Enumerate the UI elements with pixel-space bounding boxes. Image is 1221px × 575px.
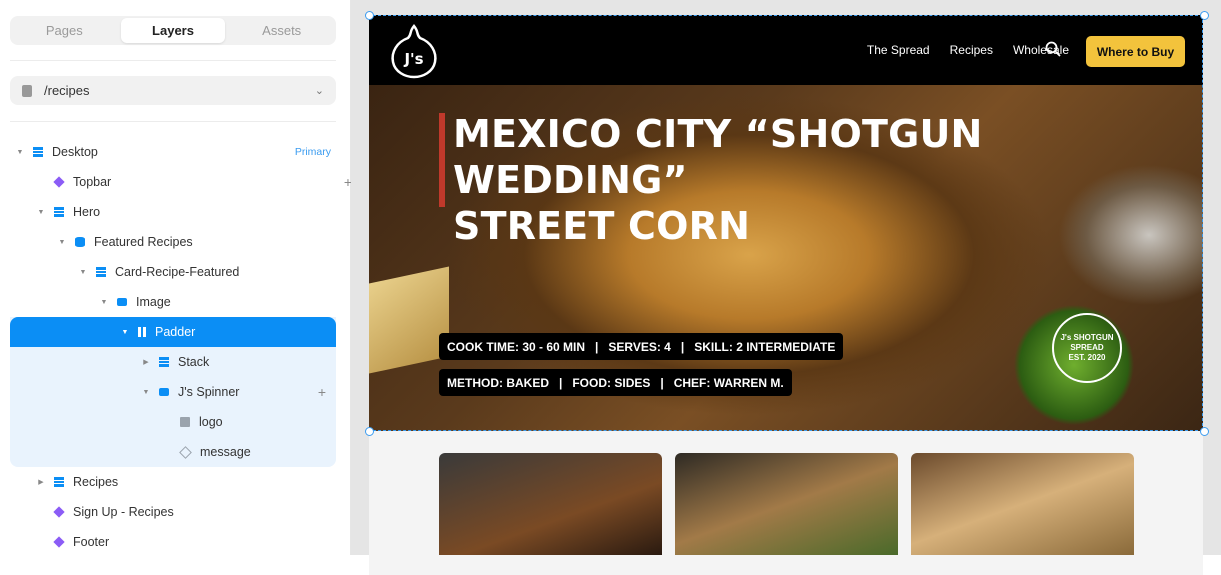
stack-icon [33, 147, 43, 157]
hero-title: MEXICO CITY “SHOTGUN WEDDING” STREET COR… [453, 111, 1173, 249]
layer-label: Stack [178, 355, 210, 369]
columns-icon [138, 327, 146, 337]
where-to-buy-button[interactable]: Where to Buy [1086, 36, 1185, 67]
layer-logo[interactable]: logo [10, 407, 336, 437]
resize-handle[interactable] [365, 427, 374, 436]
expand-caret-icon[interactable]: ▼ [141, 389, 151, 396]
layer-stack[interactable]: ▶ Stack [10, 347, 336, 377]
divider [10, 121, 336, 122]
layer-label: Sign Up - Recipes [73, 505, 174, 519]
tab-layers[interactable]: Layers [120, 18, 226, 43]
recipe-card-2[interactable] [675, 453, 898, 555]
component-icon [53, 506, 65, 518]
badge-sub-text: SPREAD [1070, 343, 1104, 352]
hero-title-line2: STREET CORN [453, 204, 751, 248]
component-icon [53, 536, 65, 548]
layer-label: Recipes [73, 475, 119, 489]
layer-js-spinner[interactable]: ▼ J's Spinner + [10, 377, 336, 407]
tab-assets[interactable]: Assets [229, 18, 334, 43]
expand-caret-icon[interactable]: ▼ [36, 209, 46, 216]
layer-footer[interactable]: Footer [10, 527, 362, 557]
expand-caret-icon[interactable]: ▶ [36, 478, 46, 486]
garlic-logo-icon[interactable]: J's [385, 22, 443, 80]
document-icon [22, 84, 32, 97]
stack-icon [54, 477, 64, 487]
primary-badge: Primary [294, 146, 331, 158]
title-accent-bar [439, 113, 445, 207]
layer-recipes[interactable]: ▶ Recipes [10, 467, 362, 497]
hero-section[interactable]: J's The Spread Recipes Wholesale Where t… [369, 15, 1203, 431]
recipe-meta-pill-1: COOK TIME: 30 - 60 MIN | SERVES: 4 | SKI… [439, 333, 844, 360]
resize-handle[interactable] [365, 11, 374, 20]
layer-label: Hero [73, 205, 101, 219]
add-icon[interactable]: + [318, 384, 326, 400]
shotgun-spread-badge: J's SHOTGUN SPREAD EST. 2020 [1052, 313, 1122, 383]
layer-label: Desktop [52, 145, 98, 159]
layer-label: Card-Recipe-Featured [115, 265, 240, 279]
expand-caret-icon[interactable]: ▼ [78, 269, 88, 276]
layers-panel: Pages Layers Assets /recipes ⌄ ▼ Desktop… [0, 0, 394, 555]
layer-label: message [200, 445, 251, 459]
nav-recipes[interactable]: Recipes [950, 43, 993, 57]
component-icon [53, 176, 65, 188]
stack-icon [54, 207, 64, 217]
stack-icon [159, 357, 169, 367]
layer-topbar[interactable]: Topbar + [10, 167, 362, 197]
cheese-block-decoration [369, 266, 449, 374]
layer-label: Footer [73, 535, 110, 549]
frame-icon [117, 298, 127, 306]
recipe-card-3[interactable] [911, 453, 1134, 555]
frame-icon [159, 388, 169, 396]
component-instance-icon [179, 445, 192, 459]
badge-main-text: J's SHOTGUN [1060, 333, 1114, 342]
layer-card-recipe-featured[interactable]: ▼ Card-Recipe-Featured ⚭ [10, 257, 404, 287]
layer-label: Topbar [73, 175, 112, 189]
layer-padder[interactable]: ▼ Padder [10, 317, 336, 347]
collection-icon [75, 237, 85, 247]
expand-caret-icon[interactable]: ▼ [15, 149, 25, 156]
layer-label: Featured Recipes [94, 235, 193, 249]
chevron-down-icon: ⌄ [314, 85, 324, 97]
expand-caret-icon[interactable]: ▼ [57, 239, 67, 246]
page-selector[interactable]: /recipes ⌄ [10, 76, 336, 105]
layer-desktop[interactable]: ▼ Desktop Primary [10, 137, 341, 167]
nav-the-spread[interactable]: The Spread [867, 43, 930, 57]
expand-caret-icon[interactable]: ▼ [120, 329, 130, 336]
layer-label: Image [136, 295, 171, 309]
search-icon[interactable] [1045, 41, 1061, 57]
panel-tabs: Pages Layers Assets [10, 16, 336, 45]
badge-est: EST. 2020 [1068, 353, 1106, 362]
stack-icon [96, 267, 106, 277]
design-canvas[interactable]: J's The Spread Recipes Wholesale Where t… [351, 0, 1221, 575]
layer-sign-up-recipes[interactable]: Sign Up - Recipes [10, 497, 362, 527]
layer-featured-recipes[interactable]: ▼ Featured Recipes [10, 227, 383, 257]
image-icon [180, 417, 190, 427]
page-path: /recipes [44, 83, 90, 98]
hero-title-line1: MEXICO CITY “SHOTGUN WEDDING” [453, 112, 983, 202]
logo-text: J's [403, 50, 423, 68]
expand-caret-icon[interactable]: ▶ [141, 358, 151, 366]
expand-caret-icon[interactable]: ▼ [99, 299, 109, 306]
recipe-card-1[interactable] [439, 453, 662, 555]
tab-pages[interactable]: Pages [12, 18, 117, 43]
topbar: J's The Spread Recipes Wholesale Where t… [369, 15, 1203, 85]
divider [10, 60, 336, 61]
layer-hero[interactable]: ▼ Hero [10, 197, 362, 227]
layer-message[interactable]: message [10, 437, 336, 467]
recipe-meta-pill-2: METHOD: BAKED | FOOD: SIDES | CHEF: WARR… [439, 369, 792, 396]
layer-label: J's Spinner [178, 385, 240, 399]
resize-handle[interactable] [1200, 427, 1209, 436]
layer-label: Padder [155, 325, 196, 339]
resize-handle[interactable] [1200, 11, 1209, 20]
layer-label: logo [199, 415, 223, 429]
